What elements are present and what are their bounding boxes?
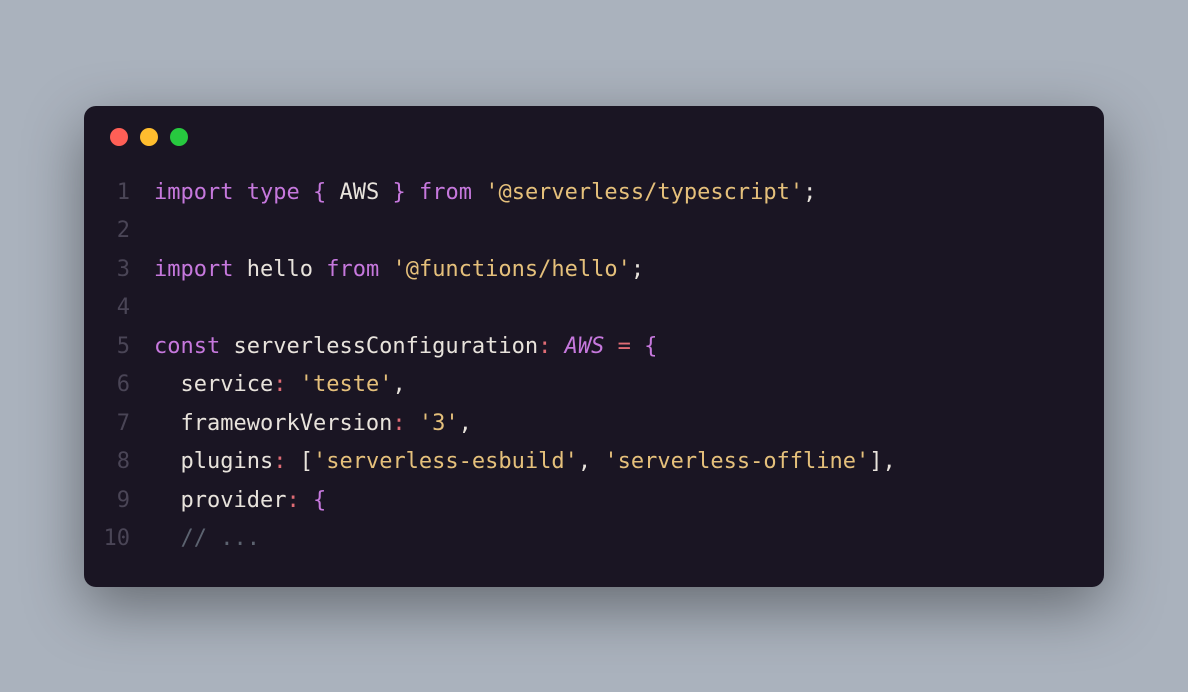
string-literal: 'serverless-offline': [604, 449, 869, 474]
colon: :: [538, 334, 551, 359]
brace: {: [313, 488, 326, 513]
property: frameworkVersion: [181, 411, 393, 436]
code-line-9: 9 provider: {: [84, 482, 1104, 521]
code-line-1: 1 import type { AWS } from '@serverless/…: [84, 174, 1104, 213]
code-content: provider: {: [154, 482, 326, 521]
keyword-const: const: [154, 334, 220, 359]
colon: :: [273, 449, 286, 474]
line-number: 3: [84, 251, 154, 290]
string-literal: '3': [419, 411, 459, 436]
window-header: [84, 106, 1104, 156]
code-line-6: 6 service: 'teste',: [84, 366, 1104, 405]
code-content: [154, 212, 167, 251]
minimize-icon[interactable]: [140, 128, 158, 146]
code-content: frameworkVersion: '3',: [154, 405, 472, 444]
identifier: AWS: [339, 180, 379, 205]
string-literal: '@serverless/typescript': [485, 180, 803, 205]
identifier: hello: [247, 257, 313, 282]
comma: ,: [578, 449, 591, 474]
comma: ,: [883, 449, 896, 474]
code-line-7: 7 frameworkVersion: '3',: [84, 405, 1104, 444]
bracket: [: [300, 449, 313, 474]
code-content: import hello from '@functions/hello';: [154, 251, 644, 290]
close-icon[interactable]: [110, 128, 128, 146]
code-window: 1 import type { AWS } from '@serverless/…: [84, 106, 1104, 587]
code-content: // ...: [154, 520, 260, 559]
keyword-type: type: [247, 180, 300, 205]
semicolon: ;: [803, 180, 816, 205]
semicolon: ;: [631, 257, 644, 282]
line-number: 9: [84, 482, 154, 521]
colon: :: [392, 411, 405, 436]
line-number: 2: [84, 212, 154, 251]
bracket: ]: [869, 449, 882, 474]
keyword-from: from: [419, 180, 472, 205]
property: service: [181, 372, 274, 397]
brace: {: [313, 180, 340, 205]
comment: // ...: [181, 526, 260, 551]
code-line-8: 8 plugins: ['serverless-esbuild', 'serve…: [84, 443, 1104, 482]
code-content: [154, 289, 167, 328]
brace: }: [379, 180, 406, 205]
colon: :: [273, 372, 286, 397]
code-content: const serverlessConfiguration: AWS = {: [154, 328, 657, 367]
brace: {: [644, 334, 657, 359]
line-number: 7: [84, 405, 154, 444]
string-literal: '@functions/hello': [392, 257, 630, 282]
keyword-import: import: [154, 180, 233, 205]
string-literal: 'teste': [300, 372, 393, 397]
code-line-3: 3 import hello from '@functions/hello';: [84, 251, 1104, 290]
comma: ,: [459, 411, 472, 436]
maximize-icon[interactable]: [170, 128, 188, 146]
string-literal: 'serverless-esbuild': [313, 449, 578, 474]
property: provider: [181, 488, 287, 513]
identifier: serverlessConfiguration: [233, 334, 538, 359]
code-area[interactable]: 1 import type { AWS } from '@serverless/…: [84, 156, 1104, 587]
line-number: 8: [84, 443, 154, 482]
keyword-from: from: [326, 257, 379, 282]
code-content: plugins: ['serverless-esbuild', 'serverl…: [154, 443, 896, 482]
line-number: 1: [84, 174, 154, 213]
code-line-10: 10 // ...: [84, 520, 1104, 559]
line-number: 10: [84, 520, 154, 559]
code-line-2: 2: [84, 212, 1104, 251]
type-annotation: AWS: [565, 334, 605, 359]
code-line-4: 4: [84, 289, 1104, 328]
code-line-5: 5 const serverlessConfiguration: AWS = {: [84, 328, 1104, 367]
code-content: service: 'teste',: [154, 366, 406, 405]
comma: ,: [392, 372, 405, 397]
line-number: 5: [84, 328, 154, 367]
line-number: 6: [84, 366, 154, 405]
operator-equals: =: [618, 334, 631, 359]
colon: :: [286, 488, 299, 513]
code-content: import type { AWS } from '@serverless/ty…: [154, 174, 816, 213]
line-number: 4: [84, 289, 154, 328]
property: plugins: [181, 449, 274, 474]
keyword-import: import: [154, 257, 233, 282]
